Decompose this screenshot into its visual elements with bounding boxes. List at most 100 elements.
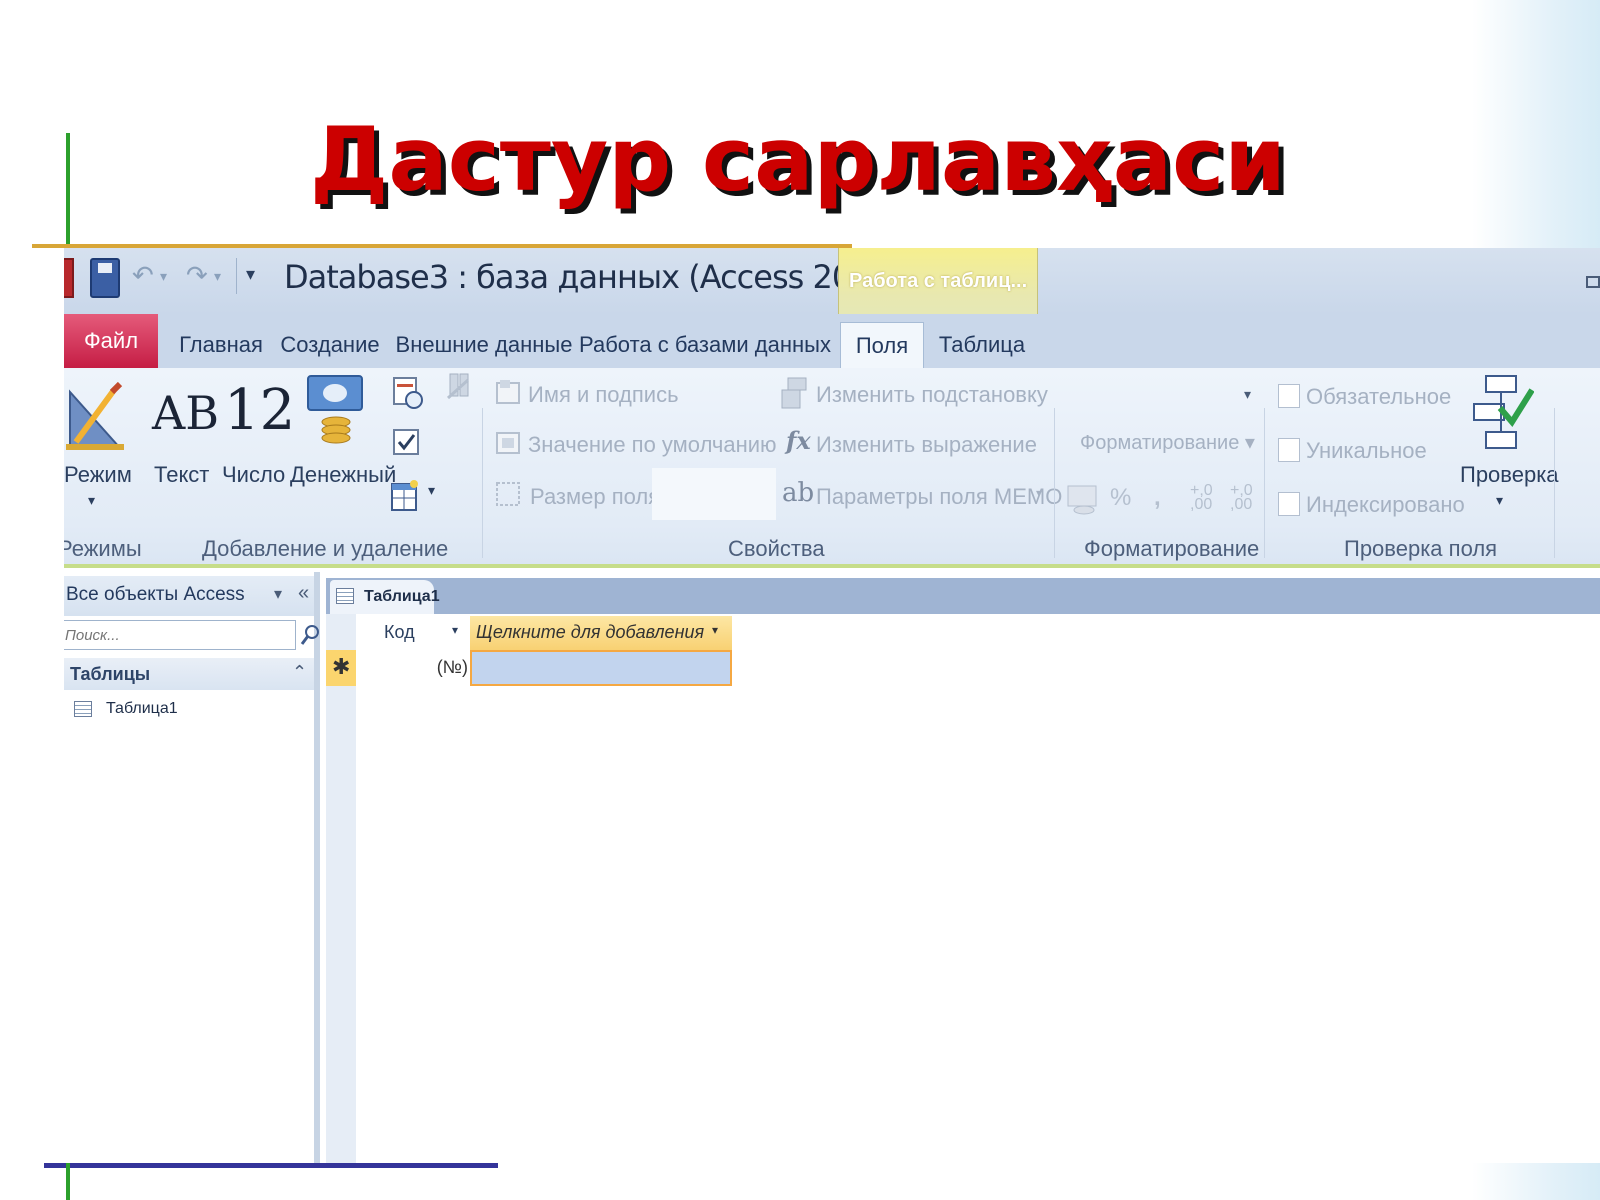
data-type-dropdown-icon[interactable]: ▾ [1244,386,1251,403]
title-bar: ↶ ▾ ↷ ▾ ▾ Database3 : база данных (Acces… [64,248,1600,314]
group-separator [482,408,483,558]
nav-pane-header[interactable]: Все объекты Access ▾ « [64,576,314,616]
collapse-pane-icon[interactable]: « [298,582,309,605]
unique-checkbox[interactable] [1278,438,1300,462]
memo-settings-dropdown-icon[interactable]: ▾ [1036,486,1042,500]
tab-file[interactable]: Файл [64,314,158,368]
redo-dropdown-icon[interactable]: ▾ [214,268,221,285]
chevron-down-icon[interactable]: ▾ [274,584,282,604]
memo-settings-icon[interactable]: ab [782,478,814,508]
default-value-icon[interactable] [494,428,522,456]
collapse-group-icon[interactable]: ⌃ [292,662,307,683]
more-fields-icon[interactable] [390,478,420,512]
validation-dropdown-icon[interactable]: ▾ [1496,492,1503,509]
column-header-code[interactable]: Код ▾ [356,616,470,650]
name-caption-icon[interactable] [494,378,522,406]
toolbar-separator [236,258,237,294]
chevron-down-icon[interactable]: ▾ [712,623,718,637]
group-label-views: Режимы [64,536,142,561]
save-icon[interactable] [90,258,120,298]
search-icon[interactable] [300,624,320,646]
ribbon-tabs: Файл Главная Создание Внешние данные Раб… [64,314,1600,368]
tab-database-tools[interactable]: Работа с базами данных [579,322,831,368]
group-label-formatting: Форматирование [1084,536,1260,561]
modify-lookups-icon[interactable] [780,376,812,410]
view-mode-button[interactable]: Режим [64,462,132,488]
column-header-label: Код [384,622,415,642]
group-label-add-delete: Добавление и удаление [202,536,449,561]
format-dropdown[interactable]: Форматирование ▾ [1080,430,1255,455]
document-area: Таблица1 Код ▾ Щелкните для добавления ▾… [326,578,1600,1163]
document-tab-bar: Таблица1 [326,578,1600,614]
currency-format-icon[interactable] [1066,484,1100,516]
group-separator [1554,408,1555,558]
percent-format-icon[interactable]: % [1110,484,1131,512]
expression-fx-icon[interactable]: fx [786,426,811,455]
tab-table[interactable]: Таблица [928,322,1036,368]
comma-format-icon[interactable]: , [1154,484,1161,512]
currency-field-button[interactable]: Денежный [290,462,396,488]
validation-button[interactable]: Проверка [1460,462,1559,488]
chevron-down-icon[interactable]: ▾ [452,623,458,637]
slide-decor-line [44,1163,498,1168]
customize-quick-access-icon[interactable]: ▾ [246,264,255,285]
tab-home[interactable]: Главная [166,322,276,368]
record-selector-column [326,614,356,1163]
group-label-properties: Свойства [728,536,825,561]
view-mode-icon[interactable] [66,382,124,452]
field-size-icon[interactable] [494,480,522,508]
required-label: Обязательное [1306,384,1452,409]
more-fields-dropdown-icon[interactable]: ▾ [428,482,435,499]
tab-create[interactable]: Создание [278,322,382,368]
undo-icon[interactable]: ↶ [132,260,154,291]
memo-settings-button[interactable]: Параметры поля МЕМО [816,484,1062,510]
cell-value: (№) [436,657,468,677]
search-input[interactable] [64,621,295,649]
access-logo-icon [64,258,74,298]
decrease-decimals-icon[interactable]: +,0 ,00 [1230,483,1260,513]
search-box[interactable] [64,620,296,650]
undo-dropdown-icon[interactable]: ▾ [160,268,167,285]
column-header-add[interactable]: Щелкните для добавления ▾ [470,616,732,650]
validation-check-icon[interactable] [1470,374,1534,450]
yes-no-field-icon[interactable] [392,428,420,456]
number-field-icon[interactable]: 12 [224,378,295,443]
slide-title: Дастур сарлавҳаси [310,108,1286,211]
new-record-selector[interactable]: ✱ [326,650,356,686]
table-icon [336,588,354,604]
group-separator [1054,408,1055,558]
increase-decimals-icon[interactable]: +,0 ,00 [1190,483,1220,513]
tab-external-data[interactable]: Внешние данные [394,322,574,368]
redo-icon[interactable]: ↷ [186,260,208,291]
contextual-tab-header: Работа с таблиц... [849,270,1028,292]
name-caption-button[interactable]: Имя и подпись [528,382,679,408]
maximize-icon[interactable] [1586,276,1600,288]
currency-field-icon[interactable] [306,374,364,446]
required-checkbox[interactable] [1278,384,1300,408]
view-mode-dropdown-icon[interactable]: ▾ [88,492,95,509]
date-time-field-icon[interactable] [392,376,424,410]
cell-add-new[interactable] [470,650,732,686]
navigation-pane: Все объекты Access ▾ « Таблицы ⌃ Таблица… [64,572,320,1163]
modify-lookups-button[interactable]: Изменить подстановку [816,382,1048,408]
text-field-button[interactable]: Текст [154,462,209,488]
default-value-button[interactable]: Значение по умолчанию [528,432,777,458]
indexed-label: Индексировано [1306,492,1465,517]
column-header-label: Щелкните для добавления [476,622,705,642]
access-window: ↶ ▾ ↷ ▾ ▾ Database3 : база данных (Acces… [64,248,1600,1163]
delete-field-icon[interactable] [446,372,472,406]
table-icon [74,701,92,717]
nav-group-tables[interactable]: Таблицы ⌃ [64,658,314,690]
text-field-icon[interactable]: AB [152,386,219,440]
field-size-label: Размер поля [530,484,661,509]
tab-fields[interactable]: Поля [840,322,924,368]
number-field-button[interactable]: Число [222,462,285,488]
field-size-input[interactable] [652,468,776,520]
document-tab-table1[interactable]: Таблица1 [330,580,440,614]
nav-item-label: Таблица1 [106,700,178,717]
cell-code-new[interactable]: (№) [356,650,470,686]
nav-pane-title: Все объекты Access [66,584,245,605]
indexed-checkbox[interactable] [1278,492,1300,516]
modify-expression-button[interactable]: Изменить выражение [816,432,1037,458]
nav-item-table1[interactable]: Таблица1 [74,696,178,722]
